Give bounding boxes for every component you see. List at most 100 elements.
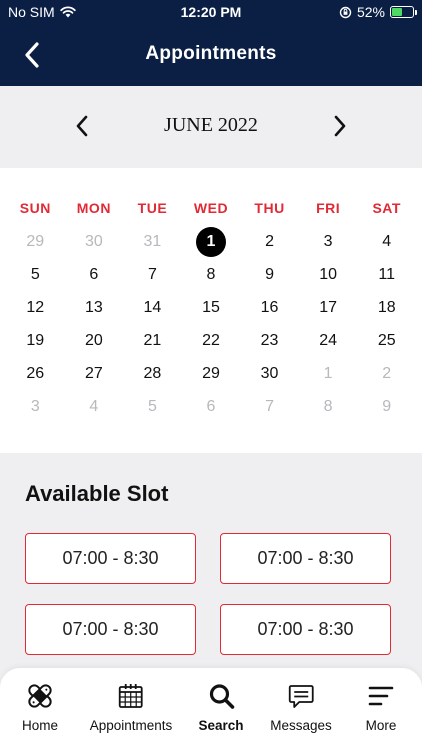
calendar-day[interactable]: 7 bbox=[240, 390, 299, 423]
battery-percent: 52% bbox=[356, 4, 385, 20]
calendar-day[interactable]: 9 bbox=[357, 390, 416, 423]
day-number: 21 bbox=[143, 331, 162, 349]
calendar-day[interactable]: 2 bbox=[240, 225, 299, 258]
day-number: 14 bbox=[143, 298, 162, 316]
calendar-day[interactable]: 29 bbox=[6, 225, 65, 258]
day-number: 10 bbox=[319, 265, 338, 283]
calendar-day[interactable]: 18 bbox=[357, 291, 416, 324]
calendar-day[interactable]: 30 bbox=[240, 357, 299, 390]
time-slot-button[interactable]: 07:00 - 8:30 bbox=[220, 604, 391, 655]
month-label: JUNE 2022 bbox=[164, 114, 258, 136]
day-number: 19 bbox=[26, 331, 45, 349]
calendar-day-selected[interactable]: 1 bbox=[182, 225, 241, 258]
day-number: 20 bbox=[84, 331, 103, 349]
day-number: 23 bbox=[260, 331, 279, 349]
next-month-button[interactable] bbox=[328, 112, 352, 140]
calendar-day[interactable]: 31 bbox=[123, 225, 182, 258]
day-number: 8 bbox=[323, 397, 333, 415]
day-number: 5 bbox=[30, 265, 40, 283]
calendar-day[interactable]: 24 bbox=[299, 324, 358, 357]
month-selector: JUNE 2022 bbox=[0, 86, 422, 168]
calendar-day[interactable]: 10 bbox=[299, 258, 358, 291]
day-number: 25 bbox=[377, 331, 396, 349]
day-number: 24 bbox=[319, 331, 338, 349]
weekday-label: SAT bbox=[372, 200, 401, 216]
tab-label: More bbox=[365, 718, 397, 733]
calendar-day[interactable]: 21 bbox=[123, 324, 182, 357]
day-number: 3 bbox=[30, 397, 40, 415]
calendar-day[interactable]: 25 bbox=[357, 324, 416, 357]
search-icon bbox=[205, 680, 237, 712]
calendar-day[interactable]: 4 bbox=[65, 390, 124, 423]
day-number: 15 bbox=[202, 298, 220, 316]
day-number: 29 bbox=[202, 364, 220, 382]
calendar-day[interactable]: 13 bbox=[65, 291, 124, 324]
weekday-label: FRI bbox=[316, 200, 341, 216]
day-number: 31 bbox=[143, 232, 162, 250]
calendar-day[interactable]: 3 bbox=[6, 390, 65, 423]
day-number: 16 bbox=[260, 298, 279, 316]
day-number: 28 bbox=[143, 364, 162, 382]
day-number: 29 bbox=[26, 232, 45, 250]
calendar-day[interactable]: 5 bbox=[123, 390, 182, 423]
header-bar: Appointments bbox=[0, 24, 422, 86]
calendar-day[interactable]: 4 bbox=[357, 225, 416, 258]
calendar-day[interactable]: 22 bbox=[182, 324, 241, 357]
calendar-grid: SUN MON TUE WED THU FRI SAT 29 30 31 1 2 3 4 5 6 7 8 9 10 1… bbox=[0, 168, 422, 453]
orientation-lock-icon bbox=[339, 6, 352, 18]
tab-search[interactable]: Search bbox=[198, 680, 244, 733]
calendar-day[interactable]: 15 bbox=[182, 291, 241, 324]
calendar-day[interactable]: 5 bbox=[6, 258, 65, 291]
calendar-day[interactable]: 17 bbox=[299, 291, 358, 324]
calendar-day[interactable]: 26 bbox=[6, 357, 65, 390]
status-right: 52% bbox=[339, 4, 417, 20]
tab-home[interactable]: Home bbox=[22, 680, 58, 733]
battery-icon bbox=[390, 6, 417, 18]
calendar-day[interactable]: 9 bbox=[240, 258, 299, 291]
day-number: 4 bbox=[89, 397, 99, 415]
calendar-day[interactable]: 20 bbox=[65, 324, 124, 357]
day-number: 12 bbox=[26, 298, 45, 316]
calendar-day[interactable]: 8 bbox=[299, 390, 358, 423]
calendar-day[interactable]: 14 bbox=[123, 291, 182, 324]
calendar-day[interactable]: 2 bbox=[357, 357, 416, 390]
day-number: 9 bbox=[382, 397, 392, 415]
day-grid: 29 30 31 1 2 3 4 5 6 7 8 9 10 11 12 13 14 15 16 17 18 19 20 21 2… bbox=[6, 225, 416, 423]
calendar-day[interactable]: 28 bbox=[123, 357, 182, 390]
calendar-day[interactable]: 16 bbox=[240, 291, 299, 324]
day-number: 1 bbox=[195, 226, 226, 257]
calendar-day[interactable]: 30 bbox=[65, 225, 124, 258]
calendar-day[interactable]: 23 bbox=[240, 324, 299, 357]
tab-more[interactable]: More bbox=[365, 680, 397, 733]
calendar-day[interactable]: 7 bbox=[123, 258, 182, 291]
calendar-day[interactable]: 12 bbox=[6, 291, 65, 324]
day-number: 30 bbox=[84, 232, 103, 250]
time-slot-button[interactable]: 07:00 - 8:30 bbox=[220, 533, 391, 584]
calendar-day[interactable]: 29 bbox=[182, 357, 241, 390]
bandage-icon bbox=[24, 680, 56, 712]
day-number: 11 bbox=[378, 265, 396, 283]
tab-appointments[interactable]: Appointments bbox=[90, 680, 172, 733]
calendar-day[interactable]: 3 bbox=[299, 225, 358, 258]
calendar-day[interactable]: 8 bbox=[182, 258, 241, 291]
chevron-right-icon bbox=[334, 115, 346, 137]
day-number: 2 bbox=[382, 364, 392, 382]
weekday-header: SUN MON TUE WED THU FRI SAT bbox=[6, 200, 416, 216]
day-number: 7 bbox=[265, 397, 275, 415]
calendar-day[interactable]: 11 bbox=[357, 258, 416, 291]
calendar-day[interactable]: 6 bbox=[65, 258, 124, 291]
time-slot-button[interactable]: 07:00 - 8:30 bbox=[25, 604, 196, 655]
day-number: 8 bbox=[206, 265, 216, 283]
time-slot-button[interactable]: 07:00 - 8:30 bbox=[25, 533, 196, 584]
calendar-icon bbox=[115, 680, 147, 712]
calendar-day[interactable]: 1 bbox=[299, 357, 358, 390]
tab-messages[interactable]: Messages bbox=[270, 680, 332, 733]
day-number: 26 bbox=[26, 364, 45, 382]
tab-label: Home bbox=[21, 718, 59, 733]
day-number: 1 bbox=[323, 364, 333, 382]
calendar-day[interactable]: 6 bbox=[182, 390, 241, 423]
battery-level-fill bbox=[392, 8, 402, 16]
calendar-day[interactable]: 27 bbox=[65, 357, 124, 390]
day-number: 27 bbox=[84, 364, 103, 382]
calendar-day[interactable]: 19 bbox=[6, 324, 65, 357]
